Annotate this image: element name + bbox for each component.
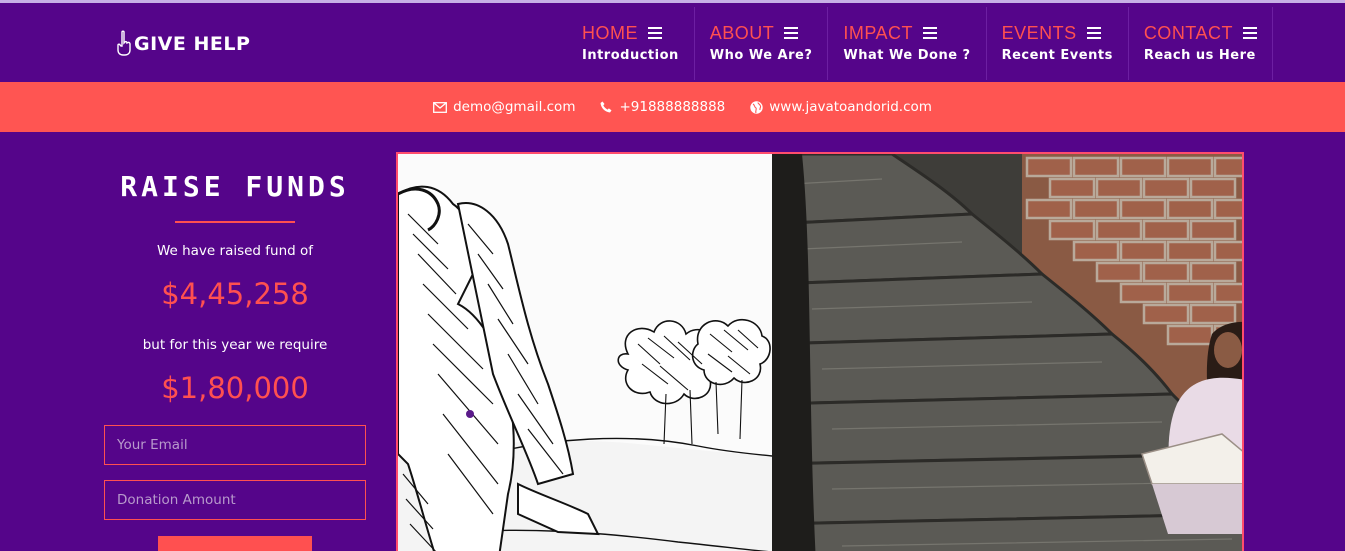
nav-label: CONTACT (1143, 22, 1233, 43)
donate-button[interactable] (158, 536, 312, 551)
contact-info-bar: demo@gmail.com +91888888888 www.javatoan… (0, 82, 1345, 132)
menu-icon (1242, 27, 1257, 39)
raise-funds-panel: RAISE FUNDS We have raised fund of $4,45… (104, 170, 366, 405)
nav-label: ABOUT (709, 22, 775, 43)
menu-icon (784, 27, 799, 39)
require-text: but for this year we require (142, 337, 328, 353)
nav-label: EVENTS (1001, 22, 1077, 43)
contact-email-text: demo@gmail.com (453, 99, 576, 115)
globe-icon (749, 100, 763, 114)
nav-sublabel: Reach us Here (1143, 48, 1256, 63)
menu-icon (1086, 27, 1101, 39)
nav-sublabel: Recent Events (1001, 48, 1113, 63)
contact-website-text: www.javatoandorid.com (769, 99, 932, 115)
site-header: GIVE HELP HOME Introduction ABOUT Who We… (0, 3, 1345, 82)
nav-label: IMPACT (843, 22, 914, 43)
nav-item-events[interactable]: EVENTS Recent Events (987, 7, 1129, 80)
raised-amount: $4,45,258 (161, 277, 309, 311)
contact-phone[interactable]: +91888888888 (599, 99, 725, 115)
phone-icon (599, 100, 613, 114)
image-slider[interactable] (396, 152, 1244, 551)
menu-icon (648, 27, 662, 39)
contact-phone-text: +91888888888 (619, 99, 726, 115)
contact-website[interactable]: www.javatoandorid.com (749, 99, 932, 115)
woodcut-illustration (398, 154, 772, 551)
main-nav: HOME Introduction ABOUT Who We Are? IMPA… (567, 7, 1273, 80)
nav-item-contact[interactable]: CONTACT Reach us Here (1129, 7, 1273, 80)
nav-sublabel: Introduction (582, 48, 679, 63)
nav-item-impact[interactable]: IMPACT What We Done ? (828, 7, 987, 80)
require-amount: $1,80,000 (161, 371, 309, 405)
title-divider (175, 221, 295, 223)
contact-email[interactable]: demo@gmail.com (433, 99, 575, 115)
nav-item-about[interactable]: ABOUT Who We Are? (695, 7, 829, 80)
raise-funds-title: RAISE FUNDS (120, 170, 350, 203)
menu-icon (923, 27, 938, 39)
hand-pointing-up-icon (116, 30, 132, 58)
brand-logo[interactable]: GIVE HELP (116, 30, 250, 58)
email-field[interactable] (104, 425, 366, 465)
nav-label: HOME (582, 22, 638, 43)
envelope-icon (433, 100, 448, 114)
girl-on-stairs-photo (772, 154, 1242, 551)
raised-text: We have raised fund of (156, 243, 314, 259)
donation-amount-field[interactable] (104, 480, 366, 520)
nav-sublabel: What We Done ? (843, 48, 971, 63)
brand-name: GIVE HELP (134, 33, 251, 55)
nav-sublabel: Who We Are? (709, 48, 813, 63)
nav-item-home[interactable]: HOME Introduction (567, 7, 695, 80)
